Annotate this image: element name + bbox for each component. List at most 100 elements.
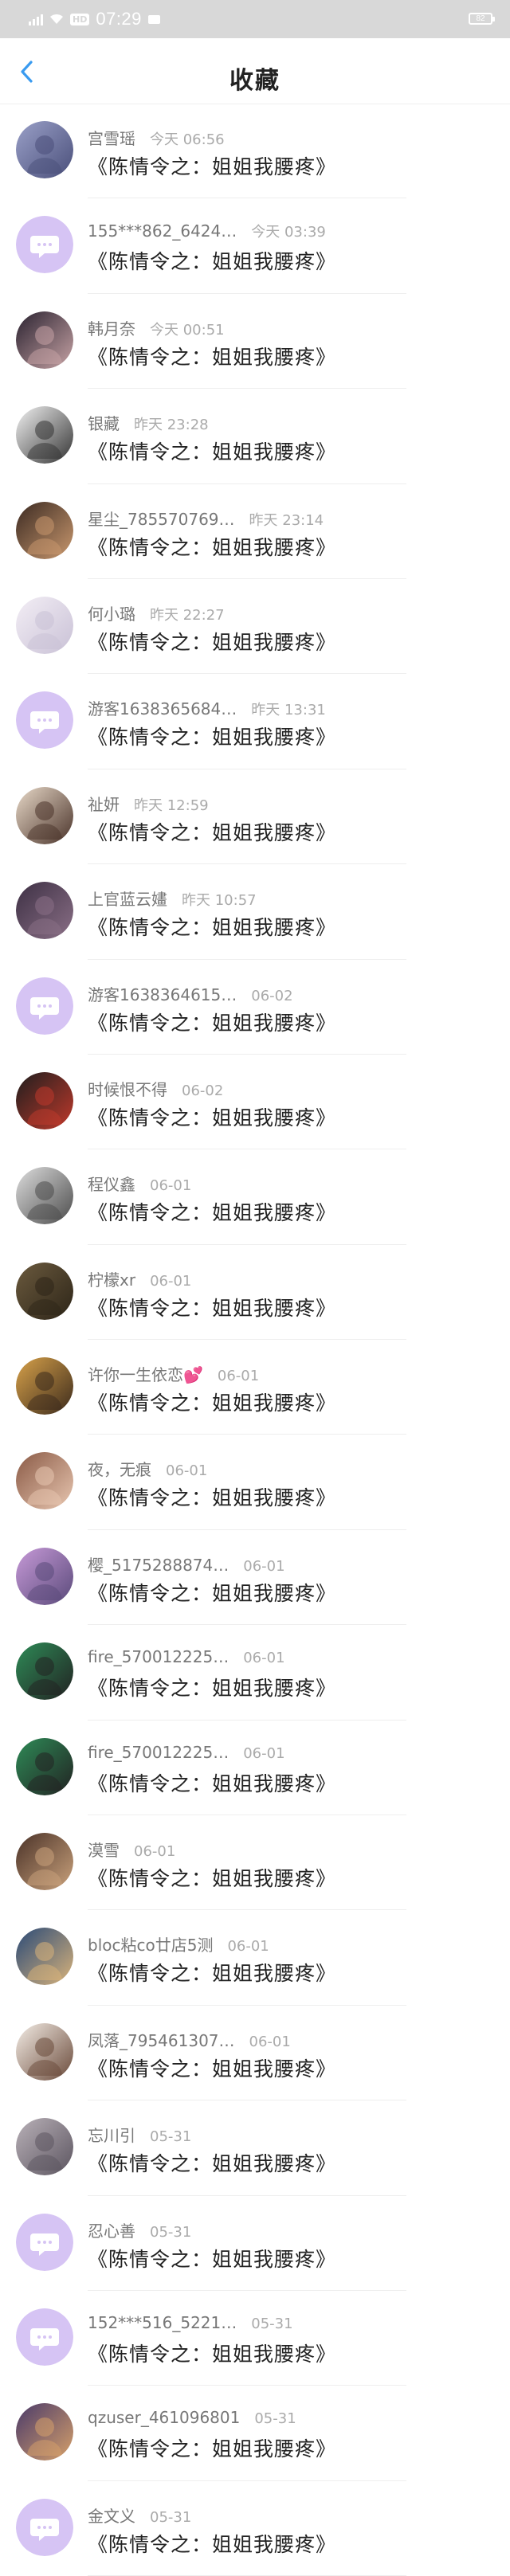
username[interactable]: bloc粘co廿店5测 bbox=[88, 1932, 213, 1955]
username[interactable]: 漠雪 bbox=[88, 1838, 120, 1861]
avatar[interactable] bbox=[16, 2403, 73, 2461]
favorite-title[interactable]: 《陈情令之：姐姐我腰疼》 bbox=[88, 2244, 336, 2273]
list-item[interactable]: 漠雪 06-01 《陈情令之：姐姐我腰疼》 bbox=[0, 1815, 510, 1911]
favorite-title[interactable]: 《陈情令之：姐姐我腰疼》 bbox=[88, 246, 336, 275]
avatar[interactable] bbox=[16, 1167, 73, 1225]
username[interactable]: 152***516_5221… bbox=[88, 2313, 237, 2332]
username[interactable]: 韩月奈 bbox=[88, 316, 135, 339]
list-item[interactable]: 许你一生依恋💕 06-01 《陈情令之：姐姐我腰疼》 bbox=[0, 1340, 510, 1435]
username[interactable]: 夜，无痕 bbox=[88, 1457, 151, 1480]
avatar[interactable] bbox=[16, 1547, 73, 1605]
list-item[interactable]: 韩月奈 今天 00:51 《陈情令之：姐姐我腰疼》 bbox=[0, 294, 510, 390]
list-item[interactable]: 程仪鑫 06-01 《陈情令之：姐姐我腰疼》 bbox=[0, 1149, 510, 1245]
avatar[interactable] bbox=[16, 2118, 73, 2176]
avatar[interactable] bbox=[16, 1071, 73, 1129]
avatar[interactable] bbox=[16, 786, 73, 844]
list-item[interactable]: 宫雪瑶 今天 06:56 《陈情令之：姐姐我腰疼》 bbox=[0, 104, 510, 199]
username[interactable]: 时候恨不得 bbox=[88, 1077, 167, 1100]
avatar[interactable] bbox=[16, 311, 73, 369]
list-item[interactable]: 155***862_6424… 今天 03:39 《陈情令之：姐姐我腰疼》 bbox=[0, 198, 510, 294]
favorite-title[interactable]: 《陈情令之：姐姐我腰疼》 bbox=[88, 532, 336, 561]
avatar[interactable] bbox=[16, 121, 73, 178]
username[interactable]: 程仪鑫 bbox=[88, 1172, 135, 1195]
favorite-title[interactable]: 《陈情令之：姐姐我腰疼》 bbox=[88, 1768, 336, 1797]
default-avatar[interactable] bbox=[16, 2308, 73, 2366]
default-avatar[interactable] bbox=[16, 216, 73, 274]
list-item[interactable]: 樱_5175288874… 06-01 《陈情令之：姐姐我腰疼》 bbox=[0, 1530, 510, 1626]
list-item[interactable]: qzuser_461096801 05-31 《陈情令之：姐姐我腰疼》 bbox=[0, 2386, 510, 2481]
favorite-title[interactable]: 《陈情令之：姐姐我腰疼》 bbox=[88, 1008, 336, 1036]
list-item[interactable]: fire_570012225… 06-01 《陈情令之：姐姐我腰疼》 bbox=[0, 1625, 510, 1721]
username[interactable]: 许你一生依恋💕 bbox=[88, 1362, 203, 1385]
username[interactable]: 上官蓝云嫿 bbox=[88, 887, 167, 910]
list-item[interactable]: 凤落_795461307… 06-01 《陈情令之：姐姐我腰疼》 bbox=[0, 2006, 510, 2101]
favorite-title[interactable]: 《陈情令之：姐姐我腰疼》 bbox=[88, 817, 336, 846]
avatar[interactable] bbox=[16, 596, 73, 654]
list-item[interactable]: 时候恨不得 06-02 《陈情令之：姐姐我腰疼》 bbox=[0, 1055, 510, 1150]
favorite-title[interactable]: 《陈情令之：姐姐我腰疼》 bbox=[88, 2053, 336, 2082]
favorite-title[interactable]: 《陈情令之：姐姐我腰疼》 bbox=[88, 2529, 336, 2558]
favorite-title[interactable]: 《陈情令之：姐姐我腰疼》 bbox=[88, 2339, 336, 2367]
favorite-title[interactable]: 《陈情令之：姐姐我腰疼》 bbox=[88, 1388, 336, 1416]
username[interactable]: 祉妍 bbox=[88, 792, 120, 815]
favorite-title[interactable]: 《陈情令之：姐姐我腰疼》 bbox=[88, 912, 336, 941]
username[interactable]: 游客1638365684… bbox=[88, 696, 237, 719]
username[interactable]: 忍心善 bbox=[88, 2218, 135, 2241]
favorite-title[interactable]: 《陈情令之：姐姐我腰疼》 bbox=[88, 1958, 336, 1987]
favorite-title[interactable]: 《陈情令之：姐姐我腰疼》 bbox=[88, 151, 336, 180]
list-item[interactable]: 游客1638365684… 昨天 13:31 《陈情令之：姐姐我腰疼》 bbox=[0, 674, 510, 769]
favorite-title[interactable]: 《陈情令之：姐姐我腰疼》 bbox=[88, 627, 336, 656]
username[interactable]: 樱_5175288874… bbox=[88, 1552, 229, 1576]
favorite-title[interactable]: 《陈情令之：姐姐我腰疼》 bbox=[88, 1673, 336, 1701]
list-item[interactable]: 游客1638364615… 06-02 《陈情令之：姐姐我腰疼》 bbox=[0, 960, 510, 1055]
favorite-title[interactable]: 《陈情令之：姐姐我腰疼》 bbox=[88, 1863, 336, 1892]
username[interactable]: 游客1638364615… bbox=[88, 982, 237, 1005]
avatar[interactable] bbox=[16, 1452, 73, 1510]
list-item[interactable]: 银藏 昨天 23:28 《陈情令之：姐姐我腰疼》 bbox=[0, 389, 510, 484]
favorite-title[interactable]: 《陈情令之：姐姐我腰疼》 bbox=[88, 2433, 336, 2462]
list-item[interactable]: 何小璐 昨天 22:27 《陈情令之：姐姐我腰疼》 bbox=[0, 579, 510, 675]
avatar[interactable] bbox=[16, 1928, 73, 1986]
favorite-title[interactable]: 《陈情令之：姐姐我腰疼》 bbox=[88, 2148, 336, 2177]
favorite-title[interactable]: 《陈情令之：姐姐我腰疼》 bbox=[88, 1197, 336, 1226]
list-item[interactable]: 忍心善 05-31 《陈情令之：姐姐我腰疼》 bbox=[0, 2196, 510, 2291]
favorite-title[interactable]: 《陈情令之：姐姐我腰疼》 bbox=[88, 1482, 336, 1511]
username[interactable]: 星尘_785570769… bbox=[88, 507, 235, 530]
avatar[interactable] bbox=[16, 1737, 73, 1795]
list-item[interactable]: 金文义 05-31 《陈情令之：姐姐我腰疼》 bbox=[0, 2481, 510, 2576]
list-item[interactable]: 忘川引 05-31 《陈情令之：姐姐我腰疼》 bbox=[0, 2100, 510, 2196]
default-avatar[interactable] bbox=[16, 2498, 73, 2556]
favorite-title[interactable]: 《陈情令之：姐姐我腰疼》 bbox=[88, 1578, 336, 1607]
avatar[interactable] bbox=[16, 406, 73, 464]
list-item[interactable]: 152***516_5221… 05-31 《陈情令之：姐姐我腰疼》 bbox=[0, 2291, 510, 2386]
list-item[interactable]: 祉妍 昨天 12:59 《陈情令之：姐姐我腰疼》 bbox=[0, 769, 510, 865]
favorite-title[interactable]: 《陈情令之：姐姐我腰疼》 bbox=[88, 342, 336, 370]
username[interactable]: 155***862_6424… bbox=[88, 221, 237, 241]
avatar[interactable] bbox=[16, 1357, 73, 1415]
favorite-title[interactable]: 《陈情令之：姐姐我腰疼》 bbox=[88, 437, 336, 465]
favorite-title[interactable]: 《陈情令之：姐姐我腰疼》 bbox=[88, 1293, 336, 1321]
favorite-title[interactable]: 《陈情令之：姐姐我腰疼》 bbox=[88, 722, 336, 750]
default-avatar[interactable] bbox=[16, 691, 73, 750]
list-item[interactable]: 夜，无痕 06-01 《陈情令之：姐姐我腰疼》 bbox=[0, 1435, 510, 1530]
username[interactable]: qzuser_461096801 bbox=[88, 2408, 240, 2427]
username[interactable]: 银藏 bbox=[88, 411, 120, 434]
avatar[interactable] bbox=[16, 2022, 73, 2081]
list-item[interactable]: 柠檬xr 06-01 《陈情令之：姐姐我腰疼》 bbox=[0, 1245, 510, 1341]
default-avatar[interactable] bbox=[16, 977, 73, 1035]
avatar[interactable] bbox=[16, 501, 73, 559]
avatar[interactable] bbox=[16, 1262, 73, 1320]
avatar[interactable] bbox=[16, 882, 73, 940]
username[interactable]: 何小璐 bbox=[88, 601, 135, 624]
username[interactable]: fire_570012225… bbox=[88, 1647, 229, 1666]
username[interactable]: 忘川引 bbox=[88, 2123, 135, 2146]
username[interactable]: fire_570012225… bbox=[88, 1743, 229, 1762]
default-avatar[interactable] bbox=[16, 2213, 73, 2271]
avatar[interactable] bbox=[16, 1642, 73, 1701]
username[interactable]: 金文义 bbox=[88, 2504, 135, 2527]
list-item[interactable]: 上官蓝云嫿 昨天 10:57 《陈情令之：姐姐我腰疼》 bbox=[0, 864, 510, 960]
username[interactable]: 柠檬xr bbox=[88, 1267, 135, 1290]
username[interactable]: 宫雪瑶 bbox=[88, 126, 135, 149]
list-item[interactable]: 星尘_785570769… 昨天 23:14 《陈情令之：姐姐我腰疼》 bbox=[0, 484, 510, 579]
favorite-title[interactable]: 《陈情令之：姐姐我腰疼》 bbox=[88, 1102, 336, 1131]
